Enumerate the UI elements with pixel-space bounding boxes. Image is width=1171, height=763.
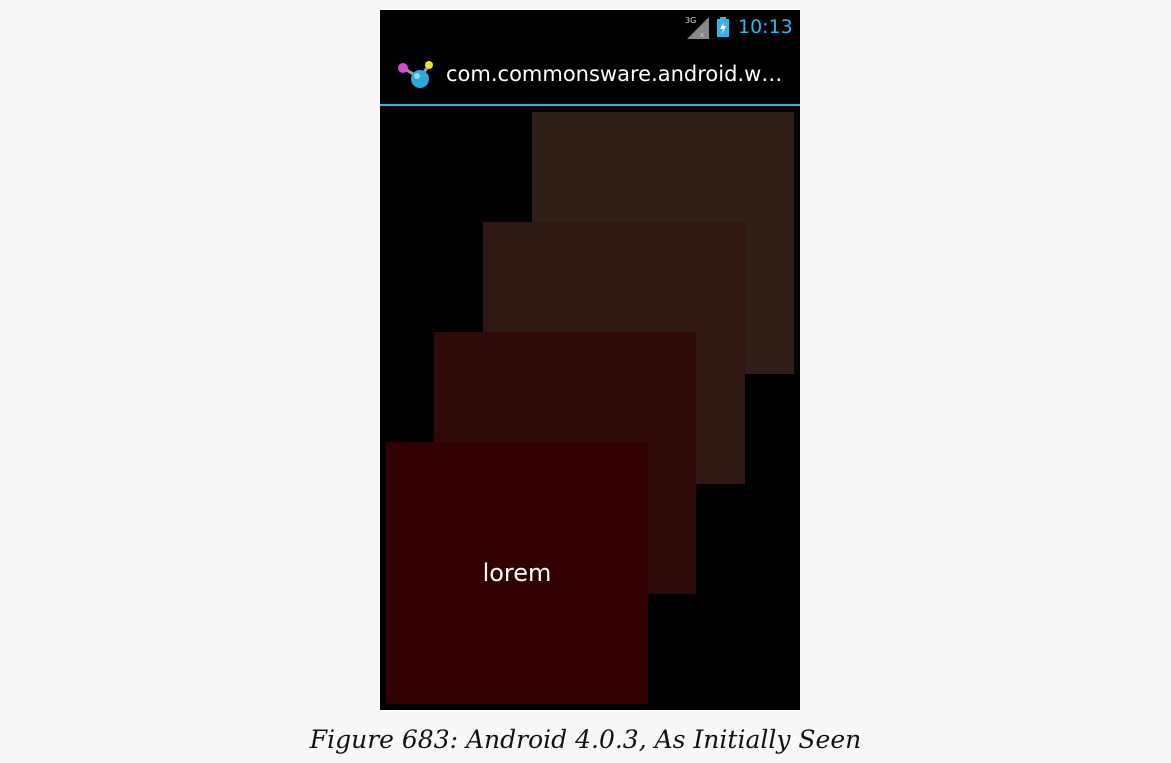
signal-icon: 3G x — [685, 16, 709, 39]
app-title: com.commonsware.android.w… — [446, 62, 783, 86]
figure-caption: Figure 683: Android 4.0.3, As Initially … — [309, 725, 862, 754]
page-label: lorem — [482, 559, 552, 587]
molecule-app-icon[interactable] — [396, 58, 438, 90]
svg-text:x: x — [700, 31, 704, 39]
status-clock: 10:13 — [738, 16, 793, 38]
battery-charging-icon — [717, 17, 729, 37]
device-screen: 3G x 10:13 com.commonsware.android.w… lo — [380, 10, 800, 710]
status-bar: 3G x 10:13 — [380, 10, 800, 44]
network-type-label: 3G — [685, 16, 696, 25]
pager-page-1[interactable]: lorem — [386, 442, 648, 704]
action-bar: com.commonsware.android.w… — [380, 44, 800, 106]
